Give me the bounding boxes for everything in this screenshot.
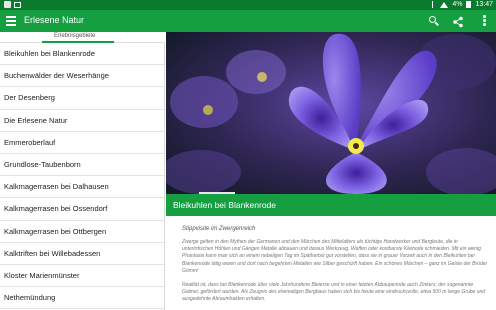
detail-title: Bleikuhlen bei Blankenrode: [173, 200, 277, 210]
detail-content: Stippvisite im Zwergenreich Zwerge gelte…: [166, 216, 496, 310]
status-bar: 4% 13:47: [0, 0, 496, 10]
detail-title-bar: Bleikuhlen bei Blankenrode: [166, 194, 496, 216]
list-item[interactable]: Kalkmagerrasen bei Dalhausen: [0, 176, 164, 199]
list-item[interactable]: Kalktriften bei Willebadessen: [0, 243, 164, 265]
screenshot-icon: [14, 1, 21, 8]
status-left: [4, 1, 21, 8]
list-item[interactable]: Emmeroberlauf: [0, 132, 164, 154]
list-item[interactable]: Die Erlesene Natur: [0, 110, 164, 132]
detail-paragraph: Realität ist, dass bei Blankenrode über …: [182, 282, 486, 303]
clock: 13:47: [475, 1, 493, 8]
app-title: Erlesene Natur: [24, 15, 85, 25]
hamburger-menu-icon[interactable]: [6, 16, 16, 26]
wifi-icon: [440, 1, 449, 8]
battery-percent: 4%: [452, 1, 463, 8]
search-icon[interactable]: [428, 15, 440, 27]
list-item[interactable]: Kloster Marienmünster: [0, 265, 164, 288]
battery-icon: [466, 1, 472, 8]
overflow-menu-icon[interactable]: [483, 15, 487, 27]
hero-image-pansy-flower[interactable]: [166, 32, 496, 194]
bluetooth-icon: [432, 1, 436, 8]
list-item[interactable]: Grundlose-Taubenborn: [0, 154, 164, 177]
list-item[interactable]: Der Desenberg: [0, 87, 164, 110]
status-right: 4% 13:47: [432, 1, 493, 8]
detail-subtitle: Stippvisite im Zwergenreich: [182, 226, 256, 232]
app-bar: Erlesene Natur: [0, 10, 496, 32]
share-icon[interactable]: [452, 15, 464, 28]
list-item[interactable]: Nethemündung: [0, 287, 164, 310]
area-list: Bleikuhlen bei Blankenrode Buchenwälder …: [0, 43, 165, 310]
tab-erlebnisgebiete[interactable]: Erlebnisgebiete: [54, 33, 95, 39]
detail-paragraph: Zwerge gelten in den Mythen der Germanen…: [182, 239, 488, 274]
list-item[interactable]: Bleikuhlen bei Blankenrode: [0, 43, 164, 66]
list-item[interactable]: Buchenwälder der Weserhänge: [0, 65, 164, 88]
list-item[interactable]: Kalkmagerrasen bei Ossendorf: [0, 198, 164, 221]
detail-pane: Bleikuhlen bei Blankenrode Stippvisite i…: [166, 32, 496, 310]
tab-bar: Erlebnisgebiete: [0, 32, 165, 43]
notification-icon: [4, 1, 11, 8]
list-item[interactable]: Kalkmagerrasen bei Ottbergen: [0, 221, 164, 243]
